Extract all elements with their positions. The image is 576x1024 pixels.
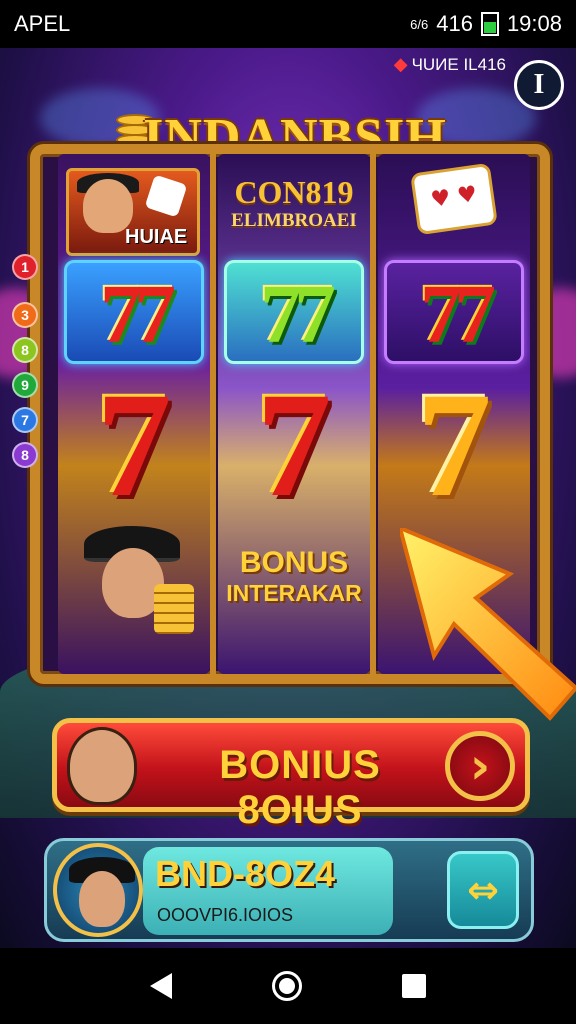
bonus-symbol-line1: BONUS xyxy=(239,546,349,579)
reel-divider xyxy=(370,154,376,674)
recents-square-icon[interactable] xyxy=(402,974,426,998)
reel-2: CON819 ELIMBROAEI 77 7 BONUS INTERAKAR xyxy=(218,154,370,674)
player-panel: BND-8OZ4 OOOVPI6.IOIOS ⇔ xyxy=(44,838,534,942)
symbol-7: 7 xyxy=(96,362,172,528)
symbol-77: 77 xyxy=(260,268,336,361)
reel-2-sub-text: ELIMBROAEI xyxy=(231,210,357,231)
player-code: BND-8OZ4 xyxy=(155,853,336,894)
bonus-symbol-line2: INTERAKAR xyxy=(226,580,362,606)
symbol-77-box: 77 xyxy=(384,260,524,364)
reel-1: HUIAE 77 7 xyxy=(58,154,210,674)
info-button[interactable]: I xyxy=(514,60,564,110)
symbol-7: 7 xyxy=(416,362,492,528)
symbol-77: 77 xyxy=(420,268,496,361)
coin-stack-icon xyxy=(154,584,194,634)
player-avatar[interactable] xyxy=(53,843,143,937)
character-avatar-icon xyxy=(67,727,137,805)
swap-button[interactable]: ⇔ xyxy=(447,851,519,929)
payline-dot[interactable]: 1 xyxy=(12,254,38,280)
payline-dot[interactable]: 8 xyxy=(12,442,38,468)
card-label: HUIAE xyxy=(125,226,188,248)
payline-dot[interactable]: 9 xyxy=(12,372,38,398)
bonus-button[interactable]: BONIUS 8OIUS › xyxy=(52,718,530,832)
reel-2-top-text: CON819 xyxy=(234,174,354,210)
pointer-arrow-icon xyxy=(400,528,576,721)
balance-label: ЧUИE IL416 xyxy=(411,54,506,74)
home-circle-icon[interactable] xyxy=(272,971,302,1001)
character-card-symbol: HUIAE xyxy=(66,168,200,256)
character-face-icon xyxy=(79,871,125,927)
network-label: 416 xyxy=(436,11,473,36)
slot-game-screen: ◆ ЧUИE IL416 I INDANBSIH HUIAE 77 7 CON8… xyxy=(0,48,576,948)
payline-indicators: 1 3 8 9 7 8 xyxy=(12,254,42,477)
symbol-7: 7 xyxy=(256,362,332,528)
chevron-right-icon[interactable]: › xyxy=(445,731,515,801)
bonus-symbol: BONUS INTERAKAR xyxy=(218,546,370,607)
battery-icon xyxy=(480,12,499,36)
bonus-button-label: BONIUS 8OIUS xyxy=(219,743,381,832)
clock: 19:08 xyxy=(506,11,562,36)
character-symbol xyxy=(74,522,194,634)
dice-icon xyxy=(144,174,188,218)
payline-dot[interactable]: 3 xyxy=(12,302,38,328)
player-info: BND-8OZ4 OOOVPI6.IOIOS xyxy=(143,847,393,935)
gem-icon: ◆ xyxy=(393,54,408,74)
status-icons: 6/6 416 19:08 xyxy=(410,11,562,37)
signal-icon: 6/6 xyxy=(410,16,429,32)
player-sub-text: OOOVPI6.IOIOS xyxy=(157,905,294,925)
symbol-77-box: 77 xyxy=(224,260,364,364)
payline-dot[interactable]: 8 xyxy=(12,337,38,363)
balance-display: ◆ ЧUИE IL416 xyxy=(394,54,506,75)
back-triangle-icon[interactable] xyxy=(150,973,172,999)
android-nav-bar xyxy=(0,948,576,1024)
character-face-icon xyxy=(83,179,133,233)
symbol-77-box: 77 xyxy=(64,260,204,364)
dice-icon xyxy=(410,162,498,236)
carrier-label: APEL xyxy=(14,11,71,36)
symbol-77: 77 xyxy=(100,268,176,361)
reel-divider xyxy=(210,154,216,674)
payline-dot[interactable]: 7 xyxy=(12,407,38,433)
status-bar: APEL 6/6 416 19:08 xyxy=(0,0,576,48)
